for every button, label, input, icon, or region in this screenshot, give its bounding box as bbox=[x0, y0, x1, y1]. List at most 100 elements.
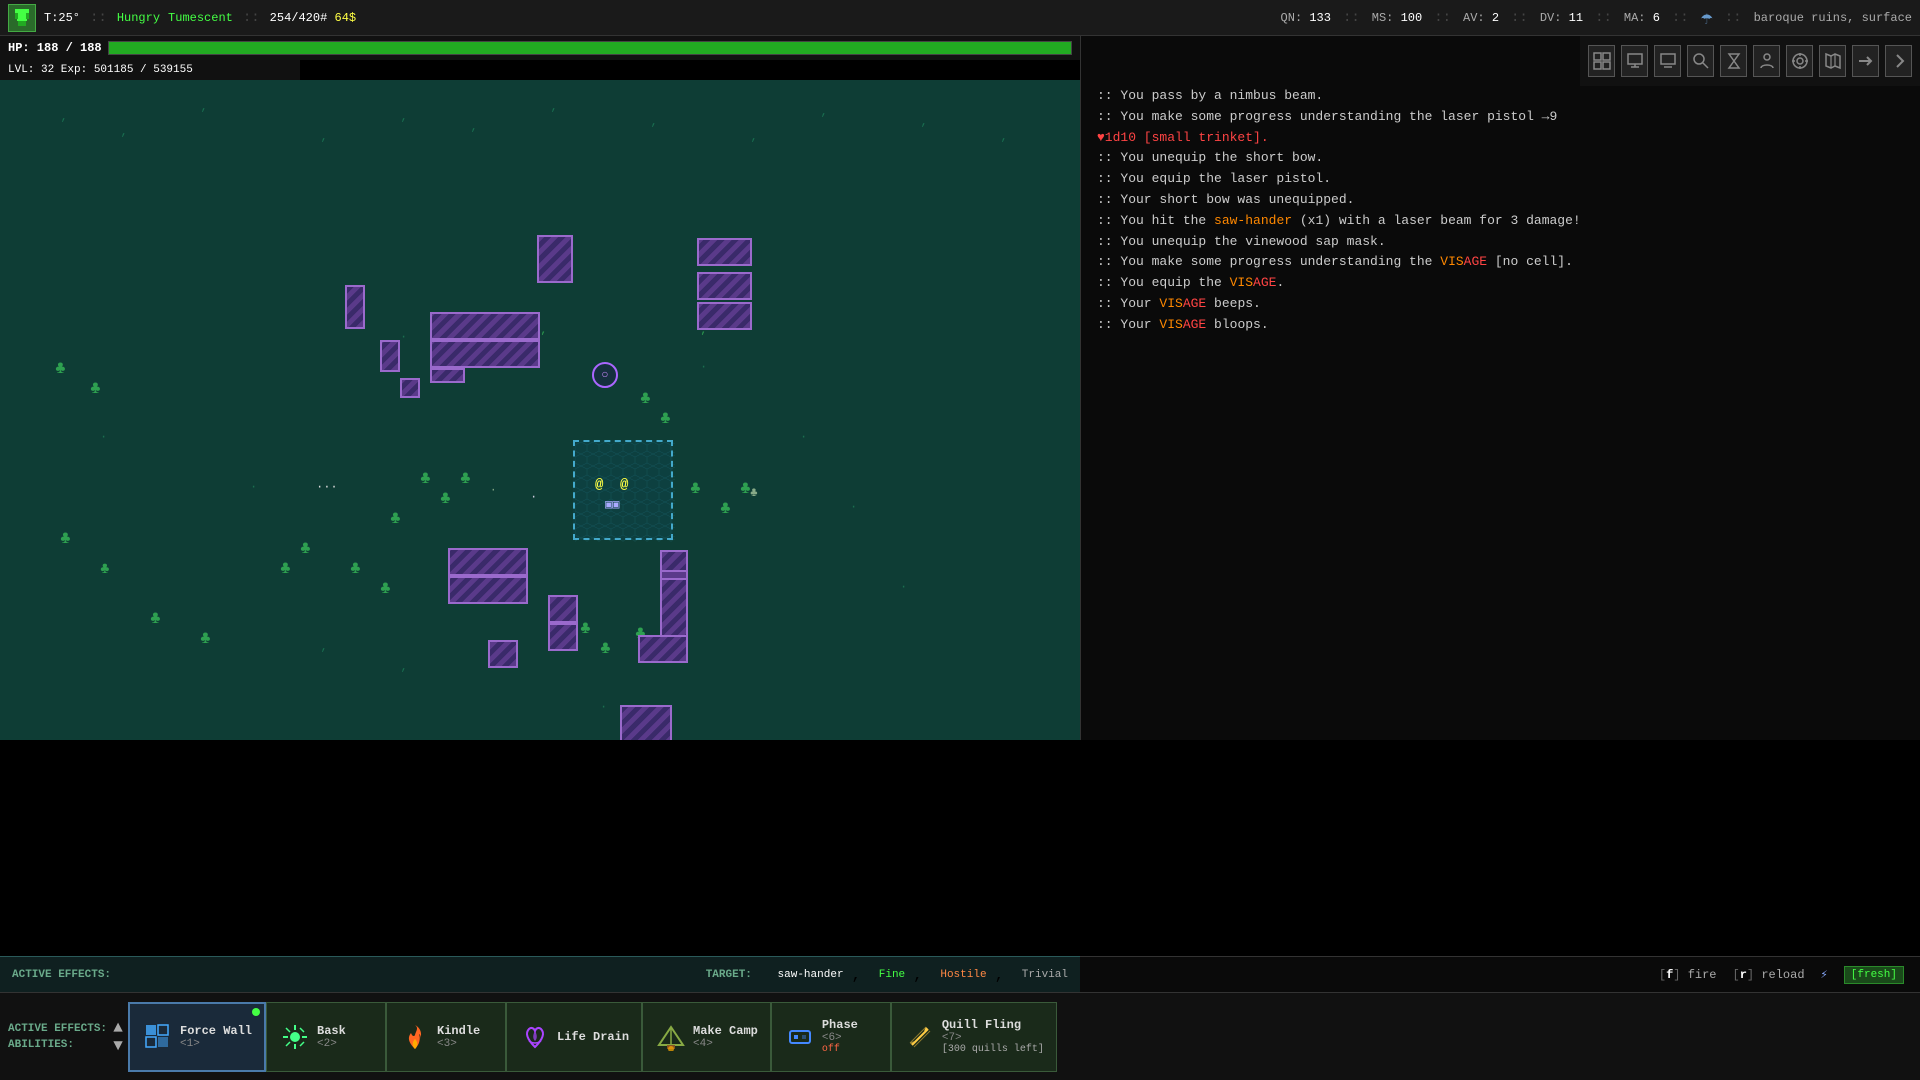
target-status-fine: Fine bbox=[879, 969, 905, 981]
target-status-hostile: Hostile bbox=[940, 969, 986, 981]
scatter-grass-2: ‚ bbox=[540, 325, 547, 337]
game-area[interactable]: ‚ ‚ ‚ ‚ ‚ ‚ ‚ ‚ ‚ ‚ ‚ ‚ ♣ ♣ ♣ ♣ ♣ ♣ ♣ ♣ … bbox=[0, 80, 1080, 740]
grass-10: ‚ bbox=[820, 105, 827, 119]
ammo-icon: ⚡ bbox=[1821, 967, 1828, 982]
ms-label: MS: 100 bbox=[1372, 11, 1422, 25]
building-door-1 bbox=[345, 285, 365, 329]
hp-bar-container bbox=[108, 41, 1072, 55]
building-right-door bbox=[660, 570, 688, 580]
hp-bar-row: HP: 188 / 188 bbox=[0, 36, 1080, 60]
player-icon bbox=[8, 4, 36, 32]
dot-6: · bbox=[850, 500, 857, 514]
kindle-icon bbox=[399, 1021, 431, 1053]
tree-5: ♣ bbox=[690, 480, 701, 498]
hp-stat: 254/420# 64$ bbox=[270, 11, 356, 25]
message-line: :: You make some progress understanding … bbox=[1097, 107, 1904, 128]
target-status-trivial: Trivial bbox=[1022, 969, 1068, 981]
ability-bask[interactable]: Bask <2> bbox=[266, 1002, 386, 1072]
hp-label: HP: 188 / 188 bbox=[8, 41, 102, 55]
abilities-bar: ACTIVE EFFECTS: ABILITIES: ▲▼ Force Wall… bbox=[0, 992, 1920, 1080]
search-icon-btn[interactable] bbox=[1687, 45, 1714, 77]
scroll-up-btn[interactable]: ▲▼ bbox=[108, 1019, 128, 1055]
ui-icon-2[interactable] bbox=[1621, 45, 1648, 77]
building-mid bbox=[430, 340, 540, 368]
dot-1: · bbox=[100, 430, 107, 444]
vehicle-char: ▣▣ bbox=[605, 497, 619, 512]
make-camp-icon bbox=[655, 1021, 687, 1053]
building-lower-3 bbox=[548, 595, 578, 623]
top-right-stats: QN: 133 :: MS: 100 :: AV: 2 :: DV: 11 ::… bbox=[1281, 5, 1912, 31]
building-lower-4 bbox=[548, 623, 578, 651]
grass-9: ‚ bbox=[750, 130, 757, 144]
target-icon-btn[interactable] bbox=[1786, 45, 1813, 77]
ability-life-drain[interactable]: Life Drain bbox=[506, 1002, 642, 1072]
quill-fling-text: Quill Fling <7> [300 quills left] bbox=[942, 1018, 1044, 1055]
tree-1: ♣ bbox=[55, 360, 66, 378]
fire-command: [f] fire bbox=[1659, 968, 1717, 982]
ma-label: MA: 6 bbox=[1624, 11, 1660, 25]
ability-phase[interactable]: Phase <6> off bbox=[771, 1002, 891, 1072]
lvl-text: LVL: 32 Exp: 501185 / 539155 bbox=[8, 64, 193, 76]
chevron-icon-btn[interactable] bbox=[1885, 45, 1912, 77]
grass-12: ‚ bbox=[1000, 130, 1007, 144]
tree-8: ♣ bbox=[420, 470, 431, 488]
building-5 bbox=[380, 340, 400, 372]
tree-21: ♣ bbox=[150, 610, 161, 628]
message-line: :: You unequip the short bow. bbox=[1097, 148, 1904, 169]
grass-5: ‚ bbox=[400, 110, 407, 124]
fresh-badge: [fresh] bbox=[1844, 966, 1904, 984]
bask-icon bbox=[279, 1021, 311, 1053]
building-2 bbox=[697, 238, 752, 266]
message-line: :: Your VISAGE beeps. bbox=[1097, 294, 1904, 315]
hourglass-icon-btn[interactable] bbox=[1720, 45, 1747, 77]
condition-tumescent: Tumescent bbox=[168, 11, 233, 25]
dot-7: · bbox=[900, 580, 907, 594]
ability-kindle[interactable]: Kindle <3> bbox=[386, 1002, 506, 1072]
ui-icon-1[interactable] bbox=[1588, 45, 1615, 77]
ability-make-camp[interactable]: Make Camp <4> bbox=[642, 1002, 771, 1072]
tree-18: ♣ bbox=[600, 640, 611, 658]
tree-12: ♣ bbox=[60, 530, 71, 548]
tree-2: ♣ bbox=[90, 380, 101, 398]
scatter-grass-1: ‚ bbox=[700, 325, 707, 337]
abilities-bar-label: ABILITIES: bbox=[8, 1039, 74, 1051]
grass-6: ‚ bbox=[470, 120, 477, 134]
reload-command: [r] reload bbox=[1733, 968, 1805, 982]
dv-label: DV: 11 bbox=[1540, 11, 1583, 25]
location-text: baroque ruins, surface bbox=[1754, 11, 1912, 25]
building-lower-2 bbox=[448, 576, 528, 604]
ui-icon-3[interactable] bbox=[1654, 45, 1681, 77]
tree-9: ♣ bbox=[440, 490, 451, 508]
ability-quill-fling[interactable]: Quill Fling <7> [300 quills left] bbox=[891, 1002, 1057, 1072]
top-right-icons bbox=[1580, 36, 1920, 86]
target-label: TARGET: bbox=[706, 969, 752, 981]
grass-11: ‚ bbox=[920, 115, 927, 129]
tree-13: ♣ bbox=[280, 560, 291, 578]
scatter-1: · bbox=[490, 485, 497, 497]
grass-2: ‚ bbox=[120, 125, 127, 139]
grass-1: ‚ bbox=[60, 110, 67, 124]
tree-11: ♣ bbox=[390, 510, 401, 528]
ability-force-wall[interactable]: Force Wall <1> bbox=[128, 1002, 266, 1072]
building-1 bbox=[537, 235, 573, 283]
qn-label: QN: 133 bbox=[1281, 11, 1331, 25]
grass-4: ‚ bbox=[320, 130, 327, 144]
active-effects-bar-label: ACTIVE EFFECTS: bbox=[8, 1023, 107, 1035]
person-icon-btn[interactable] bbox=[1753, 45, 1780, 77]
grass-8: ‚ bbox=[650, 115, 657, 129]
tree-15: ♣ bbox=[350, 560, 361, 578]
tree-6: ♣ bbox=[720, 500, 731, 518]
player-char-2: @ bbox=[620, 477, 628, 493]
building-3 bbox=[697, 272, 752, 300]
arrow-icon-btn[interactable] bbox=[1852, 45, 1879, 77]
player-char-1: @ bbox=[595, 477, 603, 493]
dot-8: · bbox=[600, 700, 607, 714]
bottom-right-status: [f] fire [r] reload ⚡ [fresh] bbox=[1080, 956, 1920, 992]
map-icon-btn[interactable] bbox=[1819, 45, 1846, 77]
scatter-tree-1: ♣ bbox=[750, 485, 758, 500]
building-top bbox=[430, 312, 540, 340]
message-log: :: You pass by a nimbus beam.:: You make… bbox=[1080, 36, 1920, 740]
tree-16: ♣ bbox=[380, 580, 391, 598]
tree-22: ♣ bbox=[200, 630, 211, 648]
force-wall-text: Force Wall <1> bbox=[180, 1024, 252, 1050]
